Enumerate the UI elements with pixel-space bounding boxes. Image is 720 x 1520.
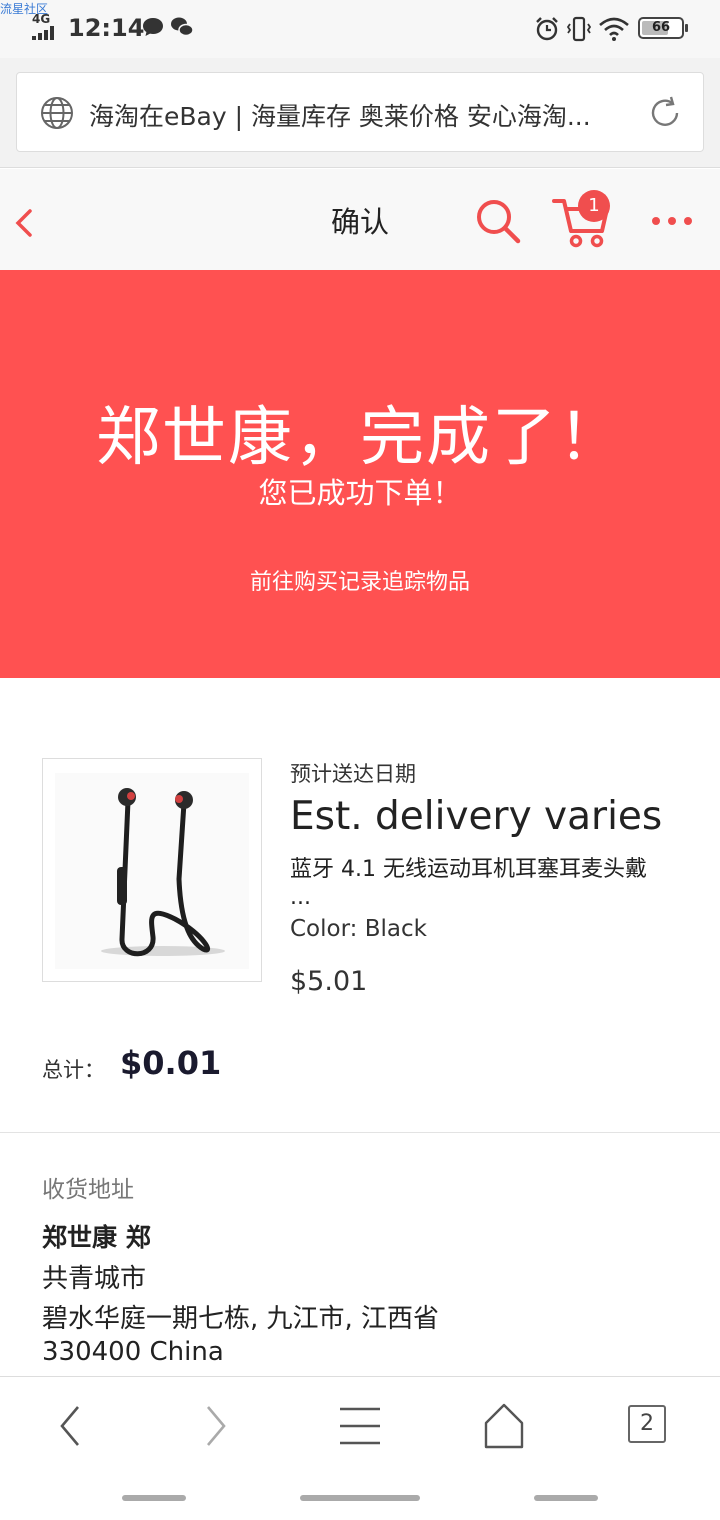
- success-banner: 郑世康，完成了！ 您已成功下单！ 前往购买记录追踪物品: [0, 270, 720, 678]
- gesture-bar-left: [122, 1495, 186, 1501]
- home-icon[interactable]: [474, 1401, 534, 1451]
- gesture-bar-home[interactable]: [300, 1495, 420, 1501]
- tabs-button[interactable]: 2: [628, 1405, 666, 1443]
- signal-icon: [32, 26, 58, 40]
- back-arrow-icon[interactable]: [10, 203, 40, 243]
- page-title: 确认: [330, 205, 389, 239]
- globe-icon: [41, 97, 73, 129]
- browser-toolbar: 海淘在eBay | 海量库存 奥莱价格 安心海淘...: [0, 58, 720, 168]
- browser-forward-icon[interactable]: [186, 1401, 246, 1451]
- search-icon[interactable]: [474, 197, 522, 245]
- page-title-url: 海淘在eBay | 海量库存 奥莱价格 安心海淘...: [89, 102, 591, 131]
- item-image[interactable]: [42, 758, 262, 982]
- item-title-ellipsis: ...: [290, 885, 311, 910]
- vibrate-icon: [566, 16, 592, 42]
- status-bar: 4G 12:14 66: [0, 0, 720, 58]
- address-line: 碧水华庭一期七栋, 九江市, 江西省: [42, 1304, 440, 1334]
- divider: [0, 1132, 720, 1133]
- more-options-icon[interactable]: [652, 211, 696, 231]
- menu-icon[interactable]: [330, 1401, 390, 1451]
- track-orders-link[interactable]: 前往购买记录追踪物品: [0, 564, 720, 596]
- cart-count-badge: 1: [578, 190, 610, 222]
- browser-back-icon[interactable]: [40, 1401, 100, 1451]
- item-price: $5.01: [290, 966, 368, 997]
- delivery-estimate: Est. delivery varies: [290, 794, 663, 839]
- item-title[interactable]: 蓝牙 4.1 无线运动耳机耳塞耳麦头戴: [290, 856, 690, 884]
- wechat-icon: [171, 17, 194, 37]
- battery-level: 66: [651, 20, 671, 35]
- recipient-name: 郑世康 郑: [42, 1223, 151, 1252]
- gesture-bar-right: [534, 1495, 598, 1501]
- success-title: 郑世康，完成了！: [96, 401, 624, 475]
- total-value: $0.01: [120, 1044, 222, 1082]
- earphones-image: [55, 773, 249, 969]
- success-subtitle: 您已成功下单！: [258, 476, 462, 510]
- alarm-icon: [536, 17, 558, 41]
- address-bar[interactable]: 海淘在eBay | 海量库存 奥莱价格 安心海淘...: [16, 72, 704, 152]
- item-color: Color: Black: [290, 916, 427, 942]
- watermark: 流星社区: [0, 2, 49, 16]
- delivery-label: 预计送达日期: [290, 762, 416, 786]
- wifi-icon: [599, 17, 629, 41]
- address-line: 330400 China: [42, 1337, 224, 1367]
- battery-icon: 66: [638, 17, 688, 39]
- app-header: 确认: [0, 169, 720, 270]
- clock: 12:14: [68, 14, 145, 42]
- refresh-icon[interactable]: [645, 93, 685, 133]
- chat-bubble-icon: [143, 18, 163, 36]
- browser-bottom-nav: 2: [0, 1376, 720, 1520]
- address-line: 共青城市: [42, 1264, 147, 1294]
- shipping-address-label: 收货地址: [42, 1177, 134, 1203]
- total-label: 总计：: [42, 1058, 105, 1082]
